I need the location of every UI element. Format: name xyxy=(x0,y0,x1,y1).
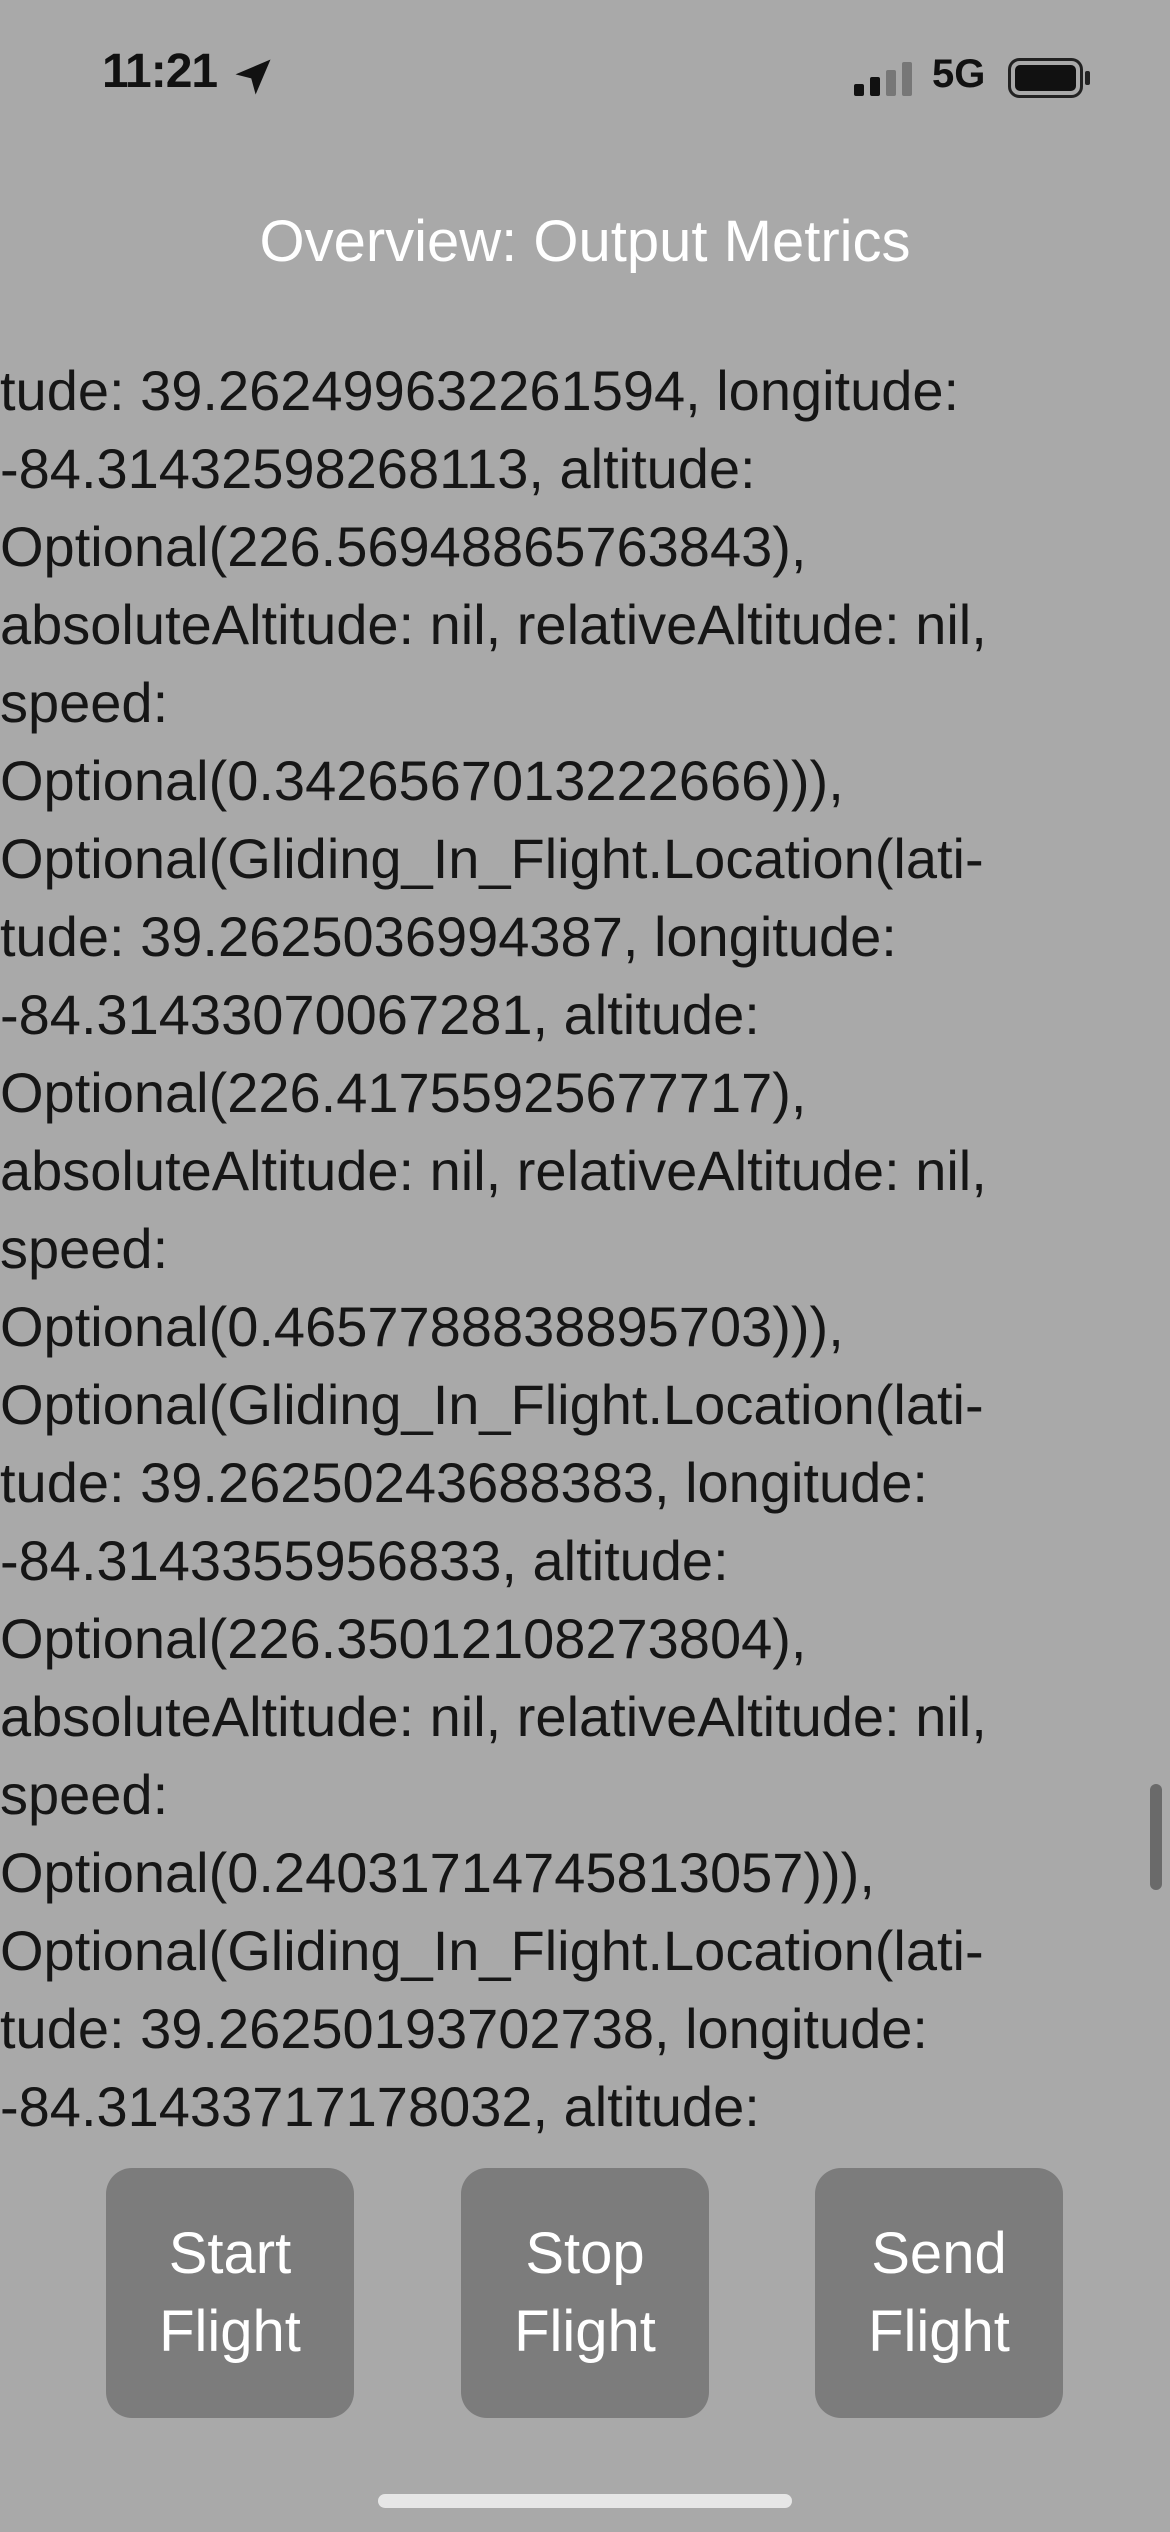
log-line: tude: 39.262499632261594, longitude: xyxy=(0,359,960,422)
log-line: -84.3143355956833, altitude: xyxy=(0,1529,729,1592)
log-line: absoluteAltitude: nil, relativeAltitude:… xyxy=(0,593,987,656)
log-line: Optional(226.56948865763843), xyxy=(0,515,807,578)
log-line: speed: xyxy=(0,671,169,734)
output-log-text: tude: 39.262499632261594, longitude: -84… xyxy=(0,352,1110,2134)
page-title: Overview: Output Metrics xyxy=(259,209,911,274)
log-line: tude: 39.26250243688383, longitude: xyxy=(0,1451,928,1514)
log-line: -84.31433070067281, altitude: xyxy=(0,983,760,1046)
log-line: Optional(0.3426567013222666))), xyxy=(0,749,844,812)
start-flight-label-line-2: Flight xyxy=(159,2299,301,2364)
log-line: Optional(0.4657788838895703))), xyxy=(0,1295,844,1358)
status-time: 11:21 xyxy=(102,45,218,98)
network-type: 5G xyxy=(932,52,986,96)
status-bar: 11:21 5G xyxy=(0,0,1170,160)
log-line: absoluteAltitude: nil, relativeAltitude:… xyxy=(0,1139,987,1202)
start-flight-label-line-1: Start xyxy=(168,2221,292,2286)
send-flight-label-line-1: Send xyxy=(871,2221,1007,2286)
log-line: Optional(Gliding_In_Flight.Location(lati… xyxy=(0,1373,984,1436)
log-line: Optional(226.41755925677717), xyxy=(0,1061,807,1124)
log-line: tude: 39.2625036994387, longitude: xyxy=(0,905,897,968)
output-log-scroll-area[interactable]: tude: 39.262499632261594, longitude: -84… xyxy=(0,352,1170,2134)
log-line: -84.31432598268113, altitude: xyxy=(0,437,756,500)
send-flight-label-line-2: Flight xyxy=(868,2299,1010,2364)
stop-flight-button[interactable]: Stop Flight xyxy=(461,2168,709,2418)
log-line: -84.31433717178032, altitude: xyxy=(0,2075,760,2134)
log-line: speed: xyxy=(0,1217,169,1280)
log-line: speed: xyxy=(0,1763,169,1826)
log-line: Optional(0.24031714745813057))), xyxy=(0,1841,875,1904)
location-arrow-icon xyxy=(235,59,271,95)
log-line: tude: 39.26250193702738, longitude: xyxy=(0,1997,928,2060)
stop-flight-label-line-1: Stop xyxy=(525,2221,645,2286)
log-line: absoluteAltitude: nil, relativeAltitude:… xyxy=(0,1685,987,1748)
send-flight-button[interactable]: Send Flight xyxy=(815,2168,1063,2418)
battery-icon xyxy=(1008,58,1090,98)
scrollbar-thumb[interactable] xyxy=(1150,1784,1162,1890)
home-indicator[interactable] xyxy=(378,2494,792,2508)
start-flight-button[interactable]: Start Flight xyxy=(106,2168,354,2418)
log-line: Optional(Gliding_In_Flight.Location(lati… xyxy=(0,1919,984,1982)
log-line: Optional(Gliding_In_Flight.Location(lati… xyxy=(0,827,984,890)
signal-bars-icon xyxy=(854,62,912,96)
stop-flight-label-line-2: Flight xyxy=(514,2299,656,2364)
log-line: Optional(226.35012108273804), xyxy=(0,1607,807,1670)
